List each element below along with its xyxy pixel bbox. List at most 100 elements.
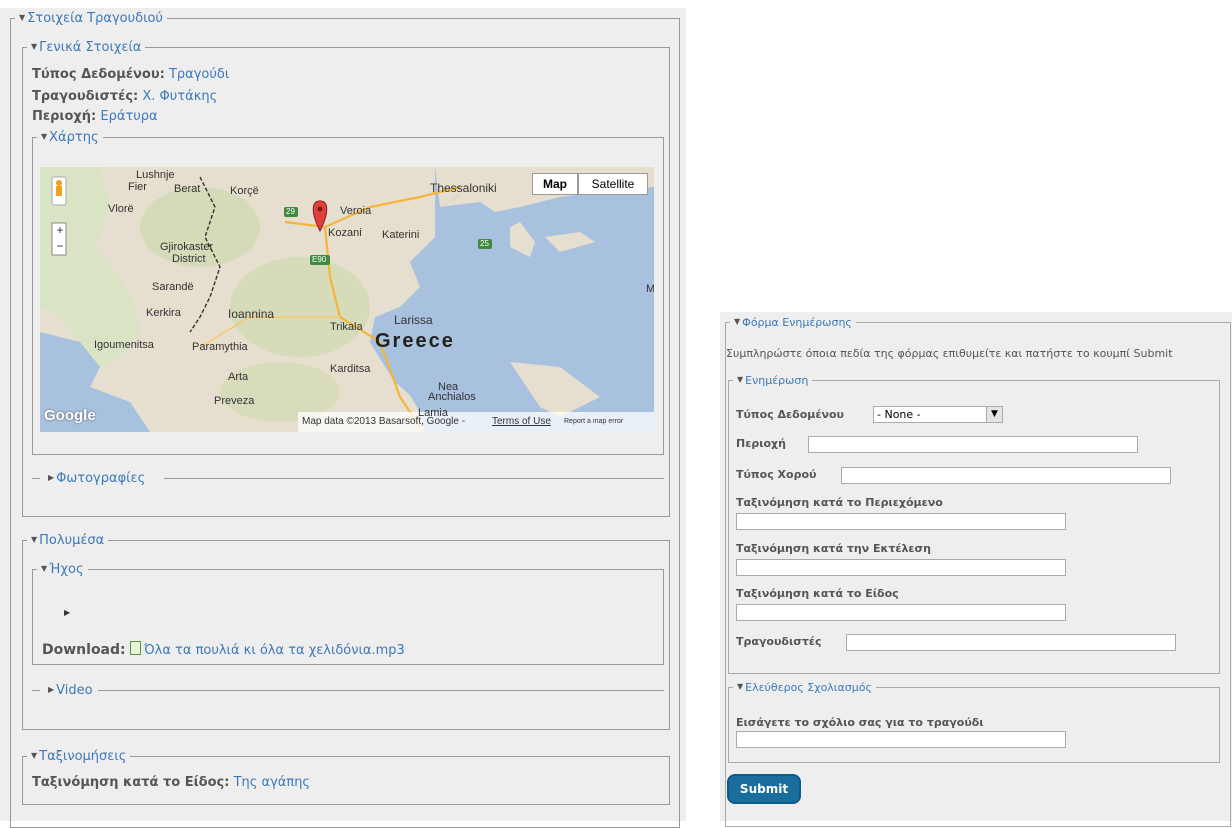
place-label: Thessaloniki [430,181,497,195]
expand-triangle-icon: ▼ [31,535,38,544]
form-instructions: Συμπληρώστε όποια πεδία της φόρμας επιθυ… [726,347,1173,360]
place-label: Berat [174,183,201,195]
place-label: Fier [128,181,147,193]
region-field-label: Περιοχή [736,437,786,450]
road-badge: 29 [286,207,295,216]
expand-triangle-icon: ▼ [31,751,38,760]
dance-type-input[interactable] [841,467,1171,484]
country-label: Greece [375,330,455,352]
region-row: Περιοχή: Εράτυρα [32,108,158,126]
audio-file-icon [130,641,142,655]
update-legend[interactable]: ▼ Ενημέρωση [733,372,813,389]
place-label: Ioannina [228,307,275,321]
play-icon[interactable]: ▶ [64,608,70,617]
video-fieldset[interactable]: ▶ Video [32,681,664,699]
expand-triangle-icon: ▼ [737,682,744,691]
place-label: Gjirokaster [160,241,214,253]
place-label: Sarandë [152,281,194,293]
download-row: Download: Όλα τα πουλιά κι όλα τα χελιδό… [42,641,405,660]
report-map-error-link[interactable]: Report a map error [564,418,623,425]
video-legend[interactable]: ▶ Video [44,681,97,700]
song-details-panel: ▼ Στοιχεία Τραγουδιού ▼ Γενικά Στοιχεία Τύ… [0,8,686,828]
location-marker-icon[interactable] [310,200,330,232]
comment-legend[interactable]: ▼ Ελεύθερος Σχολιασμός [733,679,876,696]
place-label: Paramythia [192,341,248,353]
genre-link[interactable]: Της αγάπης [234,775,310,790]
place-label: Igoumenitsa [94,339,154,351]
place-label: District [172,253,206,265]
genre-row: Ταξινόμηση κατά το Είδος: Της αγάπης [32,774,310,792]
map-legend[interactable]: ▼ Χάρτης [37,128,103,147]
expand-triangle-icon: ▼ [19,13,26,22]
photos-legend[interactable]: ▶ Φωτογραφίες [44,469,149,488]
song-details-legend[interactable]: ▼ Στοιχεία Τραγουδιού [15,9,167,28]
place-label: Kozani [328,227,362,239]
place-label: Karditsa [330,363,371,375]
place-label: Arta [228,371,249,383]
genre-label: Ταξινόμηση κατά το Είδος: [32,775,230,790]
data-type-label: Τύπος Δεδομένου: [32,67,165,82]
collapsed-triangle-icon: ▶ [48,473,55,482]
pegman-icon[interactable] [52,177,66,205]
audio-legend[interactable]: ▼ Ήχος [37,560,88,579]
comment-input[interactable] [736,731,1066,748]
singers-input[interactable] [846,634,1176,651]
region-link[interactable]: Εράτυρα [100,109,157,124]
update-form-legend[interactable]: ▼ Φόρμα Ενημέρωσης [730,314,856,331]
place-label: Vlorë [108,203,134,215]
singers-row: Τραγουδιστές: Χ. Φυτάκης [32,88,217,106]
road-badge: 25 [480,239,489,248]
collapsed-triangle-icon: ▶ [48,685,55,694]
singers-field-label: Τραγουδιστές [736,635,822,648]
comment-field-label: Εισάγετε το σχόλιο σας για το τραγούδι [736,716,984,729]
place-label: Kerkira [146,307,181,319]
zoom-in-button[interactable]: + [53,223,67,237]
road-badge: E90 [312,255,327,264]
multimedia-legend[interactable]: ▼ Πολυμέσα [27,531,109,550]
general-info-legend[interactable]: ▼ Γενικά Στοιχεία [27,38,146,57]
map-type-button[interactable]: Map [532,173,578,195]
content-class-input[interactable] [736,513,1066,530]
terms-of-use-link[interactable]: Terms of Use [492,416,551,427]
data-type-link[interactable]: Τραγούδι [169,67,229,82]
expand-triangle-icon: ▼ [737,375,744,384]
region-input[interactable] [808,436,1138,453]
place-label: Preveza [214,395,255,407]
classifications-legend[interactable]: ▼ Ταξινομήσεις [27,747,131,766]
place-label: Larissa [394,313,433,327]
photos-fieldset[interactable]: ▶ Φωτογραφίες [32,469,664,487]
performance-class-input[interactable] [736,559,1066,576]
dance-type-field-label: Τύπος Χορού [736,468,817,481]
zoom-out-button[interactable]: − [53,239,67,253]
expand-triangle-icon: ▼ [31,42,38,51]
update-form-panel: ▼ Φόρμα Ενημέρωσης Συμπληρώστε όποια πεδί… [720,312,1232,827]
data-type-select[interactable]: - None - ▼ [873,406,1003,423]
place-label: Lushnje [136,169,175,181]
expand-triangle-icon: ▼ [41,132,48,141]
satellite-type-button[interactable]: Satellite [578,173,648,195]
place-label: Korçë [230,185,259,197]
download-label: Download: [42,642,126,658]
submit-button[interactable]: Submit [727,774,801,804]
chevron-down-icon: ▼ [986,407,1002,422]
content-class-field-label: Ταξινόμηση κατά το Περιεχόμενο [736,496,943,509]
map-view[interactable]: Map Satellite + − Lushnje Fier Berat Kor… [40,167,654,432]
data-type-row: Τύπος Δεδομένου: Τραγούδι [32,66,229,84]
place-label: Trikala [330,321,363,333]
google-logo[interactable]: Google [44,407,96,424]
genre-class-field-label: Ταξινόμηση κατά το Είδος [736,587,899,600]
place-label: Anchialos [428,391,476,403]
genre-class-input[interactable] [736,604,1066,621]
singers-label: Τραγουδιστές: [32,89,139,104]
expand-triangle-icon: ▼ [41,564,48,573]
region-label: Περιοχή: [32,109,97,124]
place-label: Veroia [340,205,372,217]
place-label: M [646,283,654,295]
singers-link[interactable]: Χ. Φυτάκης [142,89,217,104]
performance-class-field-label: Ταξινόμηση κατά την Εκτέλεση [736,542,931,555]
audio-download-link[interactable]: Όλα τα πουλιά κι όλα τα χελιδόνια.mp3 [144,643,405,658]
data-type-field-label: Τύπος Δεδομένου [736,408,844,421]
map-attribution: Map data ©2013 Basarsoft, Google - [302,416,466,427]
expand-triangle-icon: ▼ [734,317,741,326]
place-label: Katerini [382,229,420,241]
